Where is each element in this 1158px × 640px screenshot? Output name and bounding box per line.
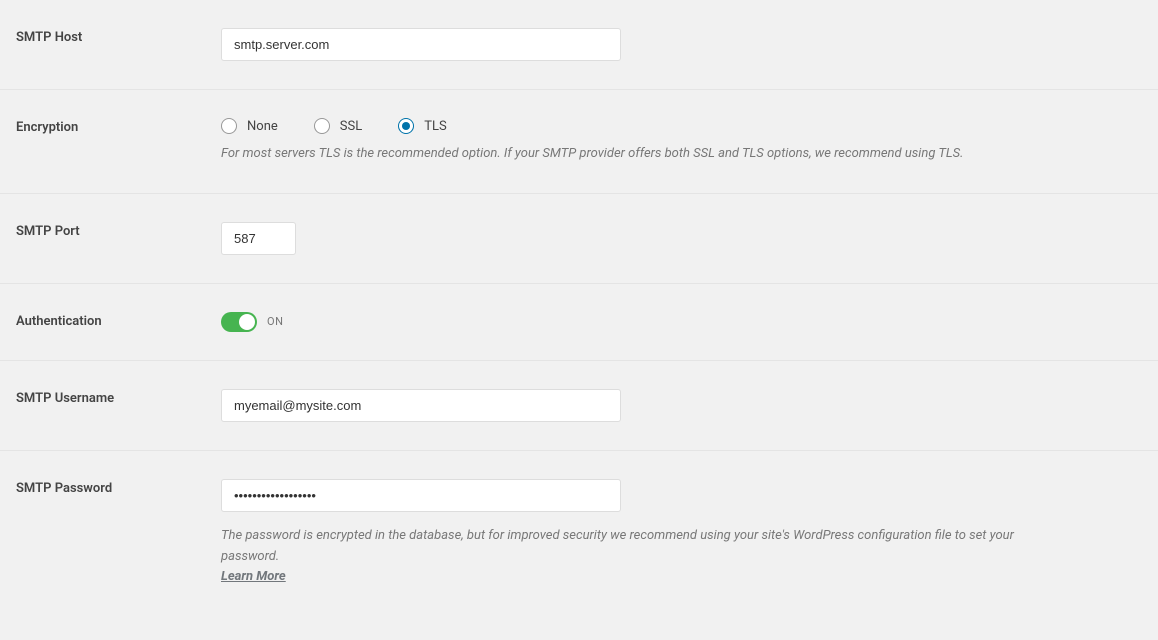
smtp-username-field	[221, 389, 1158, 422]
authentication-state-label: ON	[267, 315, 283, 328]
radio-icon	[314, 118, 330, 134]
encryption-row: Encryption None SSL TLS For most servers…	[0, 90, 1158, 194]
encryption-ssl-label: SSL	[340, 119, 362, 134]
smtp-host-field	[221, 28, 1158, 61]
smtp-host-input[interactable]	[221, 28, 621, 61]
smtp-password-row: SMTP Password The password is encrypted …	[0, 451, 1158, 616]
encryption-tls-label: TLS	[424, 119, 446, 134]
learn-more-link[interactable]: Learn More	[221, 569, 286, 584]
smtp-password-description-text: The password is encrypted in the databas…	[221, 528, 1014, 564]
smtp-password-input[interactable]	[221, 479, 621, 512]
toggle-knob-icon	[239, 314, 255, 330]
smtp-host-label: SMTP Host	[16, 28, 221, 61]
encryption-tls-radio[interactable]: TLS	[398, 118, 446, 134]
smtp-host-row: SMTP Host	[0, 0, 1158, 90]
smtp-password-label: SMTP Password	[16, 479, 221, 588]
encryption-none-radio[interactable]: None	[221, 118, 278, 134]
encryption-radio-group: None SSL TLS	[221, 118, 1138, 134]
encryption-none-label: None	[247, 119, 278, 134]
smtp-username-label: SMTP Username	[16, 389, 221, 422]
encryption-ssl-radio[interactable]: SSL	[314, 118, 362, 134]
authentication-toggle-wrap: ON	[221, 312, 1138, 332]
smtp-port-field	[221, 222, 1158, 255]
smtp-username-input[interactable]	[221, 389, 621, 422]
smtp-port-input[interactable]	[221, 222, 296, 255]
smtp-port-row: SMTP Port	[0, 194, 1158, 284]
authentication-toggle[interactable]	[221, 312, 257, 332]
smtp-port-label: SMTP Port	[16, 222, 221, 255]
smtp-password-field: The password is encrypted in the databas…	[221, 479, 1158, 588]
smtp-username-row: SMTP Username	[0, 361, 1158, 451]
radio-icon	[221, 118, 237, 134]
radio-icon	[398, 118, 414, 134]
encryption-field: None SSL TLS For most servers TLS is the…	[221, 118, 1158, 165]
smtp-settings-form: SMTP Host Encryption None SSL TLS	[0, 0, 1158, 616]
authentication-label: Authentication	[16, 312, 221, 332]
authentication-field: ON	[221, 312, 1158, 332]
authentication-row: Authentication ON	[0, 284, 1158, 361]
encryption-label: Encryption	[16, 118, 221, 165]
smtp-password-description: The password is encrypted in the databas…	[221, 526, 1021, 588]
encryption-description: For most servers TLS is the recommended …	[221, 144, 1138, 165]
